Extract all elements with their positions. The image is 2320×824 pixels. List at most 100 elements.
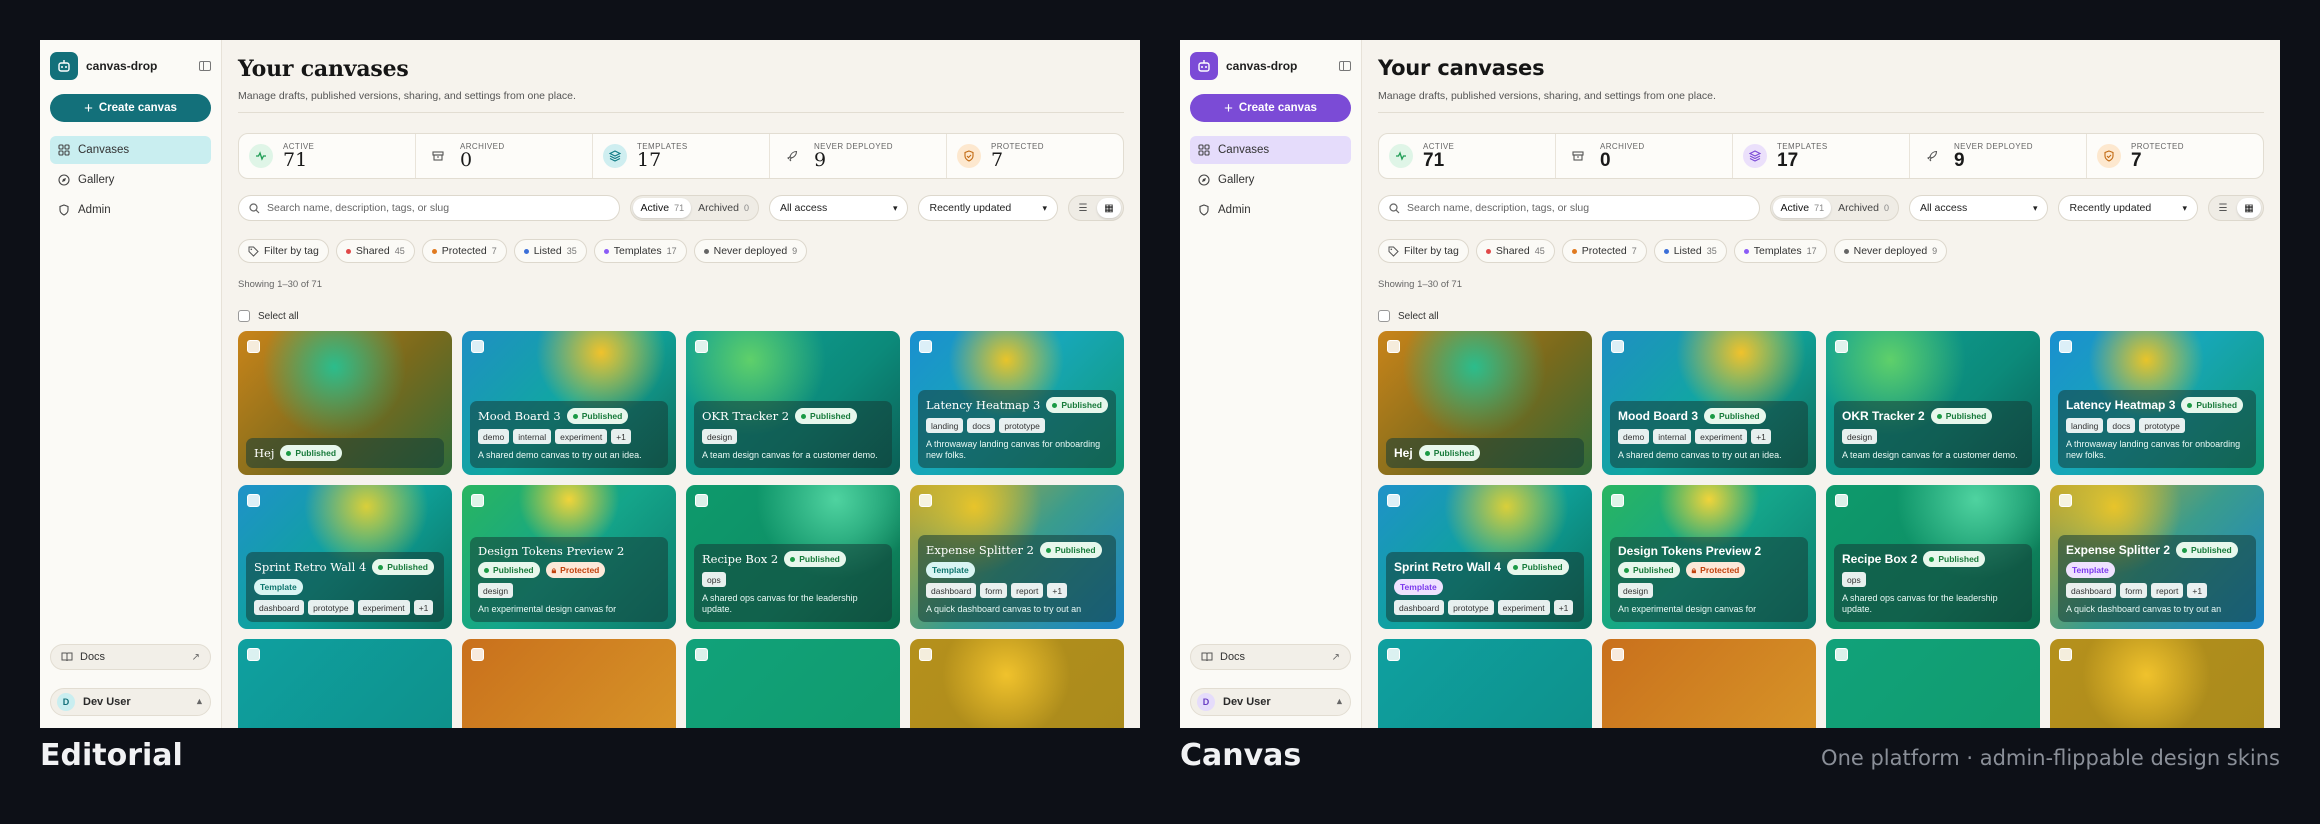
filter-chip-listed[interactable]: Listed 35 (513, 239, 587, 263)
stat-active[interactable]: ACTIVE 71 (239, 134, 416, 178)
filter-by-tag-button[interactable]: Filter by tag (1378, 239, 1469, 263)
canvas-card[interactable]: Design Tokens Preview 2 Published 🔒︎ Protec… (1602, 485, 1816, 629)
search-input[interactable]: Search name, description, tags, or slug (238, 195, 621, 221)
card-checkbox[interactable] (919, 340, 932, 353)
card-checkbox[interactable] (1835, 340, 1848, 353)
canvas-card[interactable]: Inventory SnapshotPublished (238, 639, 452, 728)
card-checkbox[interactable] (2059, 494, 2072, 507)
list-view-icon[interactable]: ☰ (2211, 198, 2235, 218)
stat-archived[interactable]: ARCHIVED 0 (416, 134, 593, 178)
canvas-card[interactable]: Release NotesDraft (2050, 639, 2264, 728)
sort-select[interactable]: Recently updated ▾ (2058, 195, 2198, 221)
card-checkbox[interactable] (1611, 648, 1624, 661)
user-menu[interactable]: D Dev User ▼ (1190, 688, 1351, 716)
canvas-card[interactable]: Expense Splitter 2 Published Template dashb… (2050, 485, 2264, 629)
sort-select[interactable]: Recently updated ▾ (918, 195, 1058, 221)
card-checkbox[interactable] (471, 648, 484, 661)
card-checkbox[interactable] (1835, 494, 1848, 507)
canvas-card[interactable]: OKR Tracker 2 Published design A team desig… (686, 331, 900, 475)
filter-chip-listed[interactable]: Listed 35 (1653, 239, 1727, 263)
stat-never-deployed[interactable]: NEVER DEPLOYED 9 (770, 134, 947, 178)
filter-chip-templates[interactable]: Templates 17 (593, 239, 687, 263)
card-checkbox[interactable] (695, 648, 708, 661)
grid-view-icon[interactable]: ▦ (1097, 198, 1121, 218)
tab-archived[interactable]: Archived 0 (1831, 198, 1896, 218)
canvas-card[interactable]: OKR Tracker (686, 639, 900, 728)
tab-active[interactable]: Active 71 (1773, 198, 1832, 218)
card-checkbox[interactable] (1835, 648, 1848, 661)
canvas-card[interactable]: Sprint Retro Wall 4 Published Template dash… (238, 485, 452, 629)
card-checkbox[interactable] (1387, 340, 1400, 353)
create-canvas-button[interactable]: + Create canvas (50, 94, 211, 122)
filter-chip-shared[interactable]: Shared 45 (335, 239, 415, 263)
tab-archived[interactable]: Archived 0 (691, 198, 756, 218)
card-checkbox[interactable] (1387, 648, 1400, 661)
card-checkbox[interactable] (1387, 494, 1400, 507)
canvas-card[interactable]: Inventory SnapshotPublished (1378, 639, 1592, 728)
user-menu[interactable]: D Dev User ▼ (50, 688, 211, 716)
card-checkbox[interactable] (2059, 340, 2072, 353)
stat-archived[interactable]: ARCHIVED 0 (1556, 134, 1733, 178)
card-checkbox[interactable] (2059, 648, 2072, 661)
card-checkbox[interactable] (471, 494, 484, 507)
canvas-card[interactable]: Release NotesDraft (910, 639, 1124, 728)
canvas-card[interactable]: Recipe Box 2 Published ops A shared ops can… (1826, 485, 2040, 629)
stat-templates[interactable]: TEMPLATES 17 (1733, 134, 1910, 178)
card-checkbox[interactable] (247, 648, 260, 661)
card-checkbox[interactable] (1611, 340, 1624, 353)
sidebar-item-canvases[interactable]: Canvases (1190, 136, 1351, 164)
create-canvas-button[interactable]: + Create canvas (1190, 94, 1351, 122)
card-checkbox[interactable] (247, 494, 260, 507)
sidebar-toggle-icon[interactable] (1339, 61, 1351, 71)
filter-chip-templates[interactable]: Templates 17 (1733, 239, 1827, 263)
canvas-card[interactable]: OKR Tracker (1826, 639, 2040, 728)
canvas-card[interactable]: Pricing CalculatorDraft (462, 639, 676, 728)
search-input[interactable]: Search name, description, tags, or slug (1378, 195, 1761, 221)
filter-chip-never-deployed[interactable]: Never deployed 9 (1833, 239, 1948, 263)
card-checkbox[interactable] (247, 340, 260, 353)
filter-by-tag-button[interactable]: Filter by tag (238, 239, 329, 263)
tab-active[interactable]: Active 71 (633, 198, 692, 218)
canvas-card[interactable]: Design Tokens Preview 2 Published 🔒︎ Protec… (462, 485, 676, 629)
canvas-card[interactable]: Hej Published (238, 331, 452, 475)
docs-link[interactable]: Docs ↗ (50, 644, 211, 670)
canvas-card[interactable]: Latency Heatmap 3 Published landing docs pro… (2050, 331, 2264, 475)
card-checkbox[interactable] (919, 648, 932, 661)
card-checkbox[interactable] (919, 494, 932, 507)
select-all[interactable]: Select all (1378, 310, 2264, 322)
access-select[interactable]: All access ▾ (768, 195, 909, 221)
list-view-icon[interactable]: ☰ (1071, 198, 1095, 218)
card-checkbox[interactable] (1611, 494, 1624, 507)
stat-protected[interactable]: PROTECTED 7 (947, 134, 1123, 178)
card-checkbox[interactable] (695, 494, 708, 507)
canvas-card[interactable]: OKR Tracker 2 Published design A team desig… (1826, 331, 2040, 475)
stat-templates[interactable]: TEMPLATES 17 (593, 134, 770, 178)
select-all-checkbox[interactable] (1378, 310, 1390, 322)
sidebar-item-admin[interactable]: Admin (1190, 196, 1351, 224)
filter-chip-never-deployed[interactable]: Never deployed 9 (693, 239, 808, 263)
canvas-card[interactable]: Expense Splitter 2 Published Template dashb… (910, 485, 1124, 629)
filter-chip-protected[interactable]: Protected 7 (421, 239, 507, 263)
access-select[interactable]: All access ▾ (1908, 195, 2049, 221)
sidebar-toggle-icon[interactable] (199, 61, 211, 71)
stat-protected[interactable]: PROTECTED 7 (2087, 134, 2263, 178)
card-checkbox[interactable] (695, 340, 708, 353)
stat-active[interactable]: ACTIVE 71 (1379, 134, 1556, 178)
sidebar-item-gallery[interactable]: Gallery (1190, 166, 1351, 194)
stat-never-deployed[interactable]: NEVER DEPLOYED 9 (1910, 134, 2087, 178)
sidebar-item-admin[interactable]: Admin (50, 196, 211, 224)
canvas-card[interactable]: Latency Heatmap 3 Published landing docs pro… (910, 331, 1124, 475)
card-checkbox[interactable] (471, 340, 484, 353)
grid-view-icon[interactable]: ▦ (2237, 198, 2261, 218)
canvas-card[interactable]: Mood Board 3 Published demo internal experim… (1602, 331, 1816, 475)
sidebar-item-gallery[interactable]: Gallery (50, 166, 211, 194)
filter-chip-shared[interactable]: Shared 45 (1475, 239, 1555, 263)
filter-chip-protected[interactable]: Protected 7 (1561, 239, 1647, 263)
brand[interactable]: canvas-drop (50, 52, 211, 80)
select-all[interactable]: Select all (238, 310, 1124, 322)
canvas-card[interactable]: Recipe Box 2 Published ops A shared ops can… (686, 485, 900, 629)
canvas-card[interactable]: Pricing CalculatorDraft (1602, 639, 1816, 728)
docs-link[interactable]: Docs ↗ (1190, 644, 1351, 670)
canvas-card[interactable]: Hej Published (1378, 331, 1592, 475)
canvas-card[interactable]: Mood Board 3 Published demo internal experim… (462, 331, 676, 475)
